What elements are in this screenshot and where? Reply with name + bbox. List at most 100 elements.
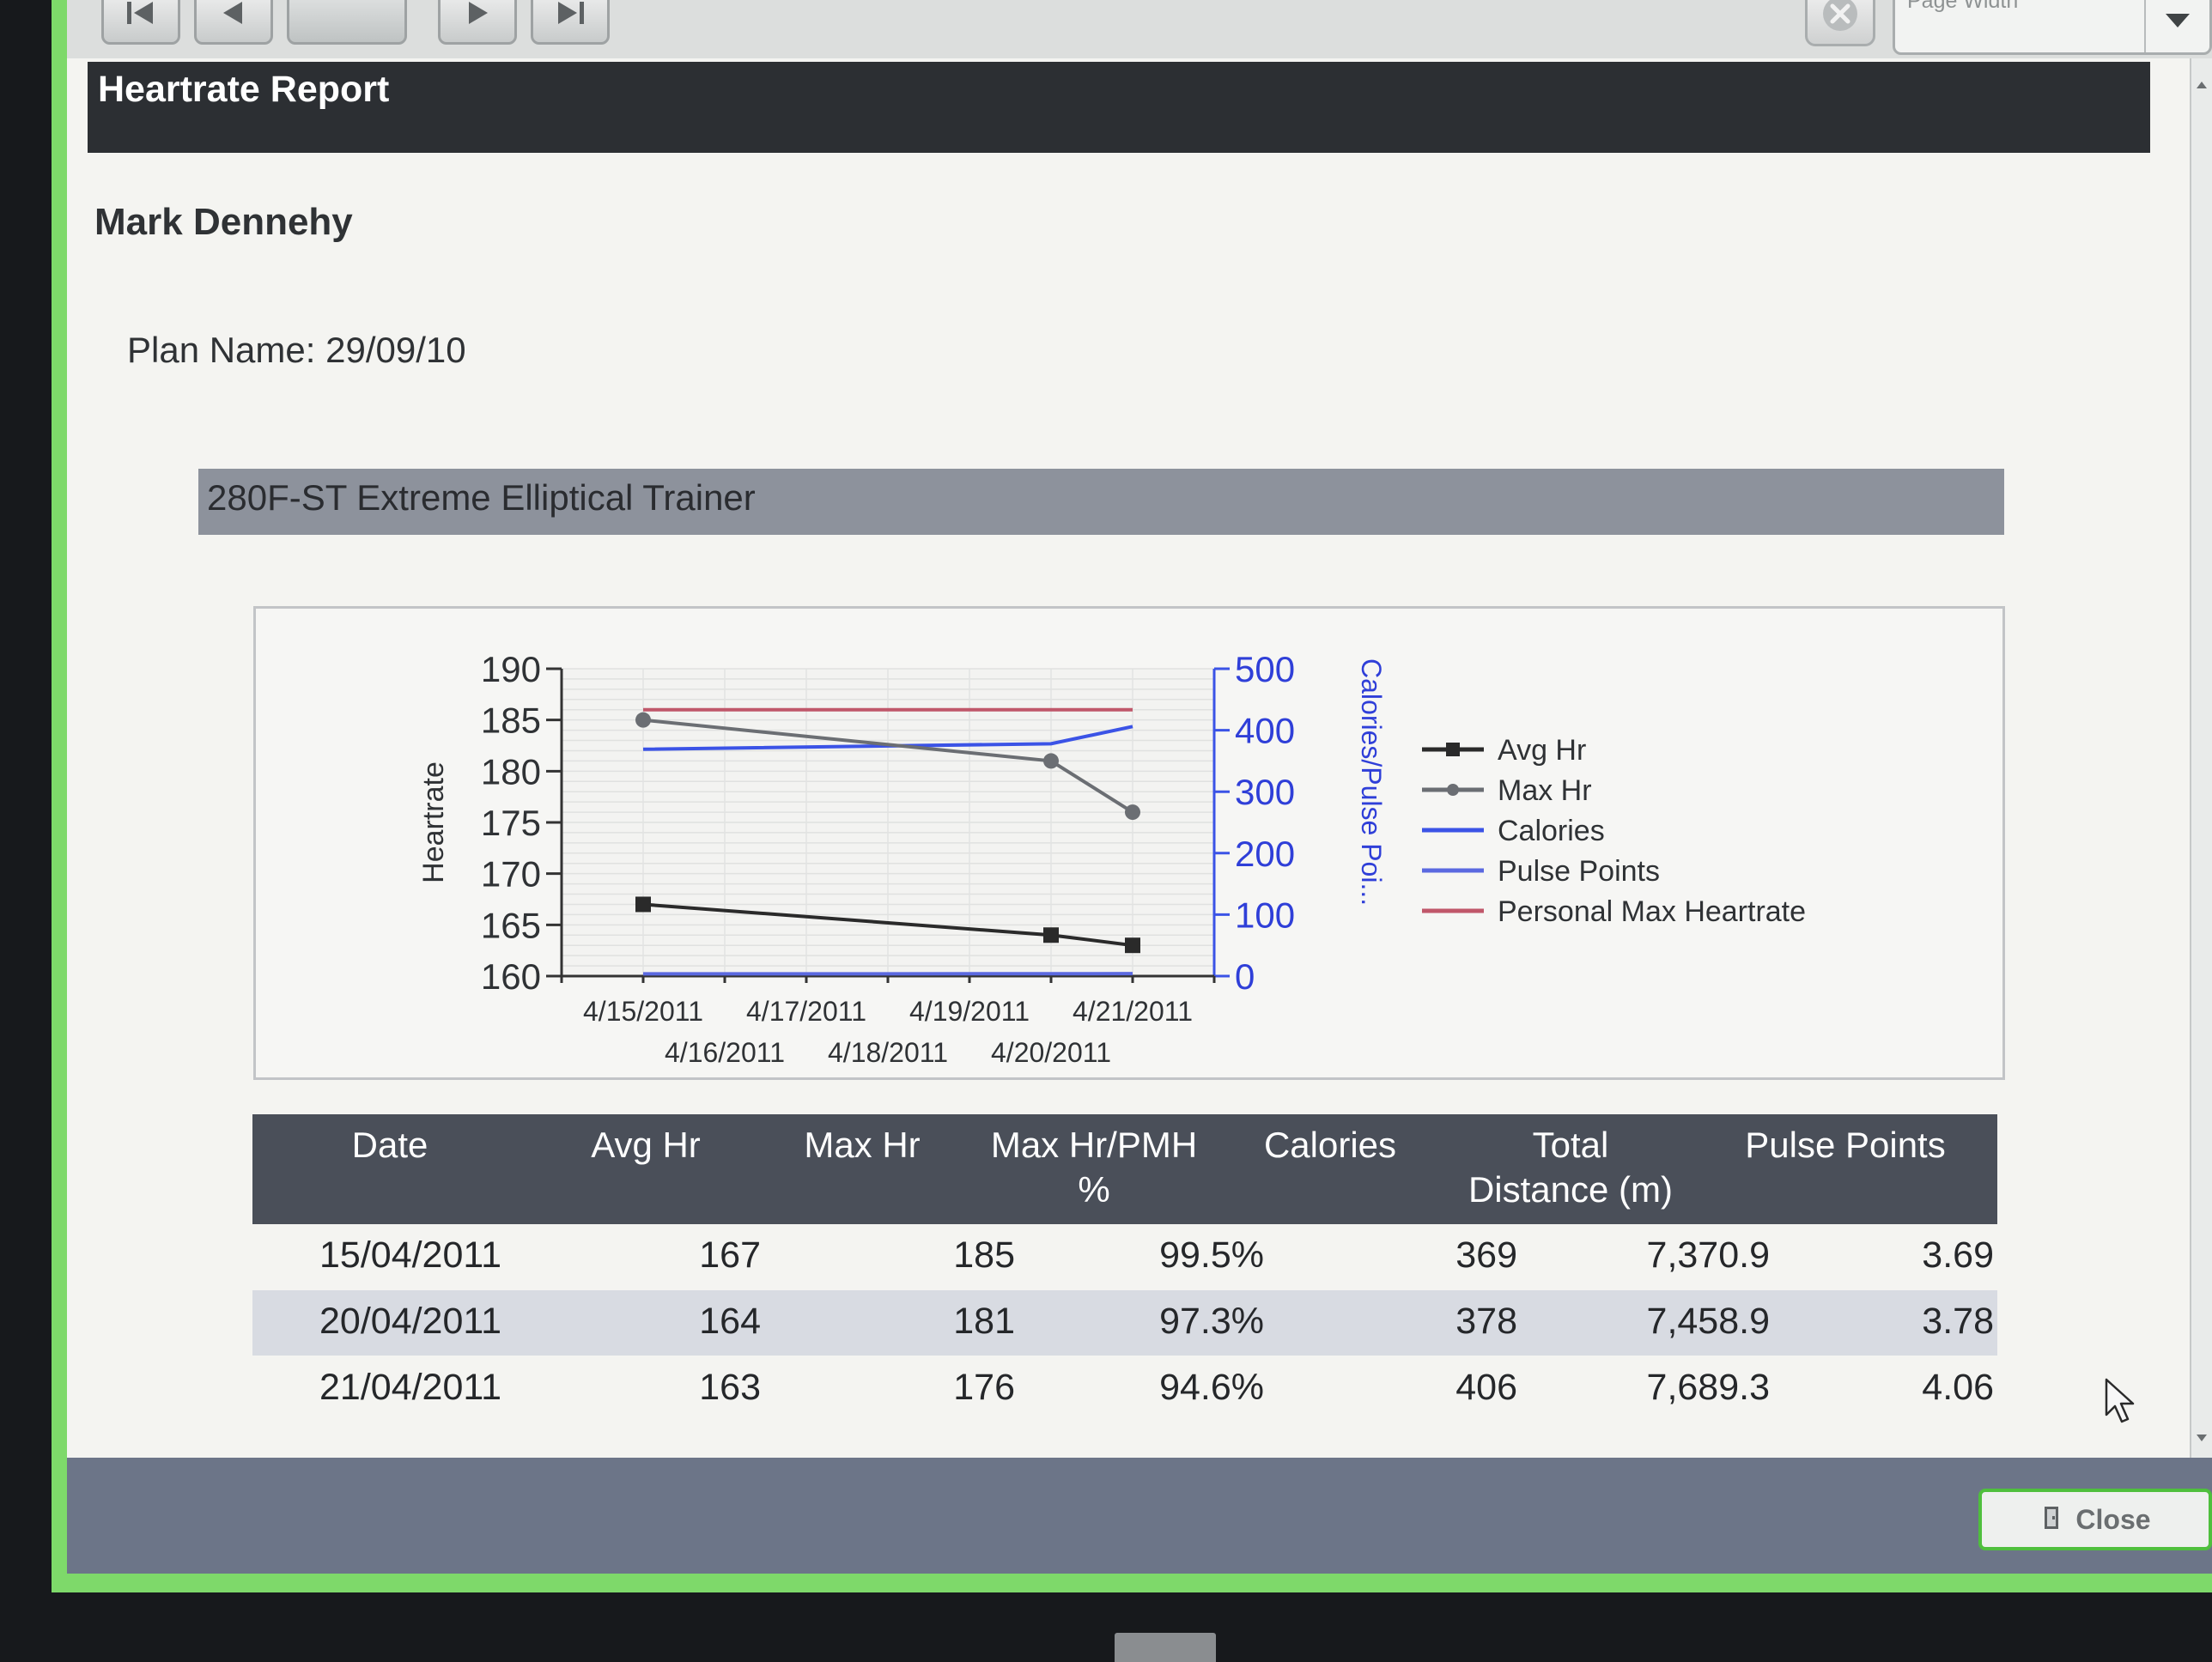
- column-header-line: Total: [1532, 1125, 1609, 1165]
- column-header: Max Hr/PMH%: [948, 1123, 1240, 1212]
- legend-marker-max-hr: [1447, 784, 1459, 796]
- stop-button[interactable]: [1805, 0, 1875, 46]
- x-axis-tick-label: 4/16/2011: [665, 1037, 785, 1068]
- last-page-icon: [553, 0, 587, 27]
- column-header-line: Distance (m): [1468, 1169, 1674, 1210]
- right-axis-tick-label: 0: [1235, 956, 1255, 997]
- column-header-line: Max Hr: [804, 1125, 921, 1165]
- column-header-line: Pulse Points: [1745, 1125, 1946, 1165]
- table-row: 20/04/2011 164 181 97.3% 378 7,458.9 3.78: [252, 1290, 1997, 1356]
- legend-label: Calories: [1498, 815, 1605, 847]
- data-point-avg-hr: [1043, 927, 1059, 943]
- device-name: 280F-ST Extreme Elliptical Trainer: [207, 477, 756, 518]
- x-axis-tick-label: 4/20/2011: [991, 1037, 1111, 1068]
- column-header-line: %: [1078, 1169, 1110, 1210]
- left-axis-tick-label: 165: [481, 905, 541, 945]
- left-axis-title: Heartrate: [417, 761, 450, 883]
- column-header: Avg Hr: [534, 1123, 757, 1168]
- table-cell: 378: [1455, 1301, 1517, 1342]
- table-row: 15/04/2011 167 185 99.5% 369 7,370.9 3.69: [252, 1224, 1997, 1289]
- scroll-down-icon: [2195, 1430, 2209, 1447]
- report-title: Heartrate Report: [98, 69, 390, 110]
- left-axis-tick-label: 185: [481, 701, 541, 741]
- scroll-up-button[interactable]: [2191, 70, 2212, 100]
- zoom-select[interactable]: Page Width: [1893, 0, 2212, 55]
- table-cell: 7,370.9: [1646, 1234, 1770, 1276]
- scroll-down-button[interactable]: [2191, 1423, 2212, 1453]
- legend-marker-avg-hr: [1446, 743, 1460, 756]
- right-axis-title: Calories/Pulse Poi...: [1356, 658, 1387, 906]
- report-viewport: Heartrate Report Mark Dennehy Plan Name:…: [67, 58, 2190, 1458]
- table-cell: 369: [1455, 1234, 1517, 1276]
- stop-icon: [1820, 0, 1861, 38]
- vertical-scrollbar[interactable]: [2190, 58, 2212, 1458]
- table-row: 21/04/2011 163 176 94.6% 406 7,689.3 4.06: [252, 1356, 1997, 1422]
- left-axis-tick-label: 190: [481, 649, 541, 689]
- next-page-button[interactable]: [438, 0, 517, 45]
- table-cell: 406: [1455, 1367, 1517, 1408]
- table-cell: 167: [699, 1234, 761, 1276]
- table-cell: 163: [699, 1367, 761, 1408]
- table-cell: 176: [953, 1367, 1015, 1408]
- device-header-bar: 280F-ST Extreme Elliptical Trainer: [198, 469, 2004, 535]
- legend-label: Personal Max Heartrate: [1498, 895, 1806, 928]
- scroll-up-icon: [2195, 77, 2209, 94]
- table-cell: 20/04/2011: [319, 1301, 502, 1342]
- report-viewer-window: Page Width Heartrate Report Mark Dennehy…: [52, 0, 2212, 1592]
- table-header: Date Avg Hr Max Hr Max Hr/PMH% Calories Total…: [252, 1114, 1997, 1224]
- table-cell: 7,458.9: [1646, 1301, 1770, 1342]
- data-point-avg-hr: [1125, 937, 1140, 954]
- previous-page-button[interactable]: [194, 0, 273, 45]
- table-cell: 21/04/2011: [319, 1367, 502, 1408]
- plan-name: Plan Name: 29/09/10: [127, 330, 466, 370]
- table-cell: 7,689.3: [1646, 1367, 1770, 1408]
- footer-bar: Close: [67, 1458, 2212, 1574]
- left-axis-tick-label: 175: [481, 803, 541, 843]
- legend-label: Max Hr: [1498, 774, 1592, 807]
- table-cell: 3.78: [1922, 1301, 1994, 1342]
- legend-label: Avg Hr: [1498, 734, 1586, 767]
- page-number-box[interactable]: [287, 0, 407, 45]
- right-axis-tick-label: 300: [1235, 772, 1295, 812]
- data-point-max-hr: [1043, 753, 1059, 769]
- user-name: Mark Dennehy: [94, 201, 353, 243]
- viewer-toolbar: Page Width: [67, 0, 2212, 58]
- table-cell: 181: [953, 1301, 1015, 1342]
- table-cell: 99.5%: [1159, 1234, 1264, 1276]
- left-axis-tick-label: 170: [481, 854, 541, 895]
- table-cell: 164: [699, 1301, 761, 1342]
- first-page-button[interactable]: [101, 0, 180, 45]
- chevron-down-icon: [2163, 10, 2192, 34]
- chart-svg: 160 165 170 175 180 185 190 Heartrate 0 100 200 300…: [417, 649, 1806, 1068]
- x-axis-tick-label: 4/18/2011: [828, 1037, 948, 1068]
- column-header-line: Max Hr/PMH: [990, 1125, 1198, 1165]
- last-page-button[interactable]: [531, 0, 610, 45]
- previous-page-icon: [216, 0, 251, 27]
- right-axis-tick-label: 500: [1235, 649, 1295, 689]
- window-content: Page Width Heartrate Report Mark Dennehy…: [67, 0, 2212, 1574]
- data-point-max-hr: [635, 712, 651, 728]
- left-axis-tick-label: 160: [481, 956, 541, 997]
- x-axis-tick-label: 4/21/2011: [1073, 996, 1193, 1027]
- column-header: Total Distance (m): [1416, 1123, 1725, 1212]
- column-header-line: Date: [351, 1125, 428, 1165]
- data-point-max-hr: [1125, 804, 1140, 821]
- zoom-dropdown-button[interactable]: [2144, 0, 2209, 52]
- table-cell: 185: [953, 1234, 1015, 1276]
- table-cell: 97.3%: [1159, 1301, 1264, 1342]
- right-axis-tick-label: 200: [1235, 834, 1295, 874]
- close-button[interactable]: Close: [1978, 1489, 2212, 1550]
- column-header-line: Calories: [1263, 1125, 1397, 1165]
- column-header-line: Avg Hr: [591, 1125, 701, 1165]
- report-title-banner: Heartrate Report: [88, 62, 2150, 153]
- column-header: Max Hr: [750, 1123, 974, 1168]
- zoom-value: Page Width: [1907, 0, 2019, 13]
- table-cell: 3.69: [1922, 1234, 1994, 1276]
- first-page-icon: [124, 0, 158, 27]
- table-cell: 15/04/2011: [319, 1234, 502, 1276]
- right-axis-tick-label: 100: [1235, 895, 1295, 935]
- mouse-pointer-icon: [2104, 1377, 2138, 1428]
- monitor-logo: [1115, 1633, 1216, 1662]
- right-axis-tick-label: 400: [1235, 711, 1295, 751]
- data-point-avg-hr: [635, 896, 651, 913]
